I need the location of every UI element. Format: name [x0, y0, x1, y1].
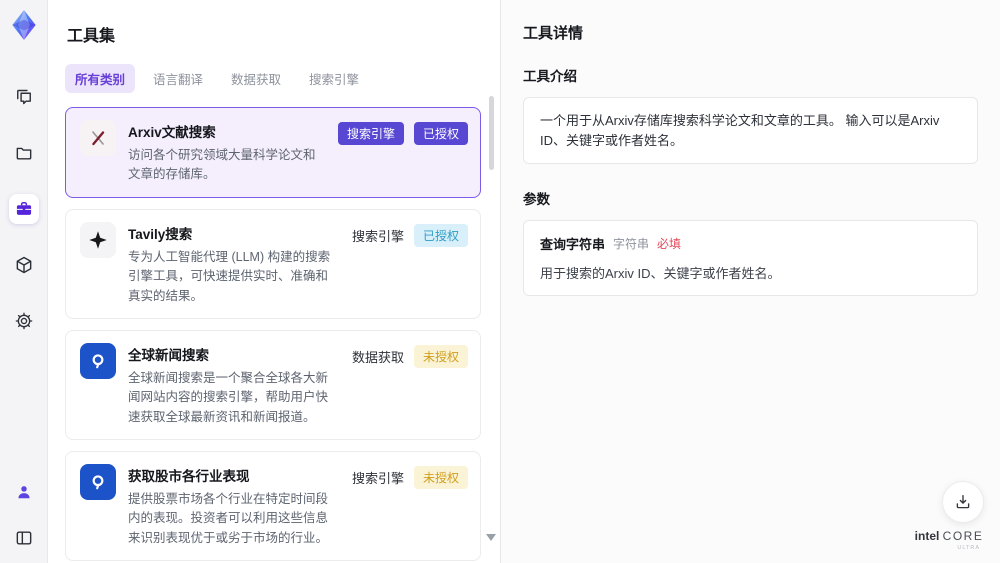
- param-box: 查询字符串 字符串 必填 用于搜索的Arxiv ID、关键字或作者姓名。: [523, 220, 978, 296]
- detail-title: 工具详情: [523, 25, 584, 42]
- tavily-star-icon: [80, 221, 116, 258]
- tool-description: 专为人工智能代理 (LLM) 构建的搜索引擎工具，可快速提供实时、准确和真实的结…: [128, 249, 331, 303]
- icon-sidebar: [0, 0, 48, 563]
- tool-card-sector-performance[interactable]: 获取股市各行业表现 提供股票市场各个行业在特定时间段内的表现。投资者可以利用这些…: [65, 451, 481, 562]
- intro-box: 一个用于从Arxiv存储库搜索科学论文和文章的工具。 输入可以是Arxiv ID…: [523, 97, 978, 164]
- param-type: 字符串: [613, 237, 650, 251]
- tool-name: Tavily搜索: [128, 226, 193, 242]
- param-name: 查询字符串: [540, 237, 606, 252]
- collapse-sidebar-button[interactable]: [9, 523, 39, 553]
- intro-heading: 工具介绍: [523, 69, 577, 84]
- auth-status-badge: 已授权: [413, 223, 468, 247]
- page-title: 工具集: [67, 28, 116, 45]
- tool-detail-pane: 工具详情 工具介绍 一个用于从Arxiv存储库搜索科学论文和文章的工具。 输入可…: [500, 0, 1000, 563]
- param-required-flag: 必填: [657, 237, 682, 251]
- tool-name: 全球新闻搜索: [128, 347, 209, 363]
- chat-icon: [16, 89, 31, 105]
- intel-brand-text: intel: [914, 529, 940, 544]
- category-badge: 搜索引擎: [337, 122, 404, 145]
- ultra-brand-text: ULTRA: [957, 544, 980, 551]
- category-label: 数据获取: [351, 349, 404, 365]
- download-icon: [956, 494, 970, 509]
- news-search-logo-icon: [80, 342, 116, 379]
- tool-list: Arxiv文献搜索 访问各个研究领域大量科学论文和文章的存储库。 搜索引擎 已授…: [65, 107, 481, 563]
- tool-description: 提供股票市场各个行业在特定时间段内的表现。投资者可以利用这些信息来识别表现优于或…: [128, 492, 329, 545]
- gear-icon: [15, 312, 32, 330]
- param-description: 用于搜索的Arxiv ID、关键字或作者姓名。: [540, 266, 781, 281]
- tool-list-pane: 工具集 所有类别 语言翻译 数据获取 搜索引擎 Arxiv文献搜索 访问各个研究…: [48, 0, 500, 563]
- list-scrollbar[interactable]: [489, 96, 494, 170]
- market-search-logo-icon: [80, 464, 116, 500]
- briefcase-icon: [16, 202, 31, 215]
- tool-card-arxiv[interactable]: Arxiv文献搜索 访问各个研究领域大量科学论文和文章的存储库。 搜索引擎 已授…: [65, 107, 481, 198]
- sidebar-item-files[interactable]: [9, 138, 39, 168]
- category-label: 搜索引擎: [351, 228, 404, 244]
- tool-card-tavily[interactable]: Tavily搜索 专为人工智能代理 (LLM) 构建的搜索引擎工具，可快速提供实…: [65, 208, 481, 319]
- app-logo-icon[interactable]: [7, 8, 41, 42]
- category-tabs: 所有类别 语言翻译 数据获取 搜索引擎: [65, 64, 486, 93]
- download-button[interactable]: [942, 481, 984, 523]
- core-brand-text: CORE: [942, 529, 984, 544]
- auth-status-badge: 未授权: [413, 344, 468, 368]
- arxiv-logo-icon: [80, 120, 116, 156]
- tool-description: 访问各个研究领域大量科学论文和文章的存储库。: [128, 148, 316, 182]
- scroll-down-arrow-icon[interactable]: [486, 534, 496, 541]
- user-avatar[interactable]: [9, 477, 39, 507]
- avatar-icon: [17, 486, 30, 499]
- intel-core-logo: intel CORE ULTRA: [914, 527, 984, 551]
- tool-name: Arxiv文献搜索: [128, 125, 216, 140]
- tool-description: 全球新闻搜索是一个聚合全球各大新闻网站内容的搜索引擎，帮助用户快速获取全球最新资…: [128, 370, 329, 424]
- sidebar-item-tools[interactable]: [8, 194, 39, 224]
- category-label: 搜索引擎: [351, 471, 404, 486]
- app-window: 工具集 所有类别 语言翻译 数据获取 搜索引擎 Arxiv文献搜索 访问各个研究…: [0, 0, 1000, 563]
- intro-text: 一个用于从Arxiv存储库搜索科学论文和文章的工具。 输入可以是Arxiv ID…: [540, 113, 940, 148]
- package-icon: [16, 256, 31, 274]
- tool-card-global-news[interactable]: 全球新闻搜索 全球新闻搜索是一个聚合全球各大新闻网站内容的搜索引擎，帮助用户快速…: [65, 329, 481, 440]
- sidebar-item-settings[interactable]: [9, 306, 39, 336]
- tab-language-translation[interactable]: 语言翻译: [143, 64, 213, 93]
- params-heading: 参数: [523, 192, 550, 207]
- auth-status-badge: 已授权: [413, 122, 468, 145]
- auth-status-badge: 未授权: [413, 466, 468, 489]
- sidebar-item-packages[interactable]: [9, 250, 39, 280]
- tab-all-categories[interactable]: 所有类别: [65, 64, 136, 93]
- collapse-panel-icon: [16, 531, 31, 545]
- sidebar-item-chat[interactable]: [9, 82, 39, 112]
- tool-name: 获取股市各行业表现: [128, 469, 250, 484]
- folder-icon: [16, 147, 31, 160]
- tab-search-engine[interactable]: 搜索引擎: [299, 64, 369, 93]
- tab-data-fetching[interactable]: 数据获取: [221, 64, 291, 93]
